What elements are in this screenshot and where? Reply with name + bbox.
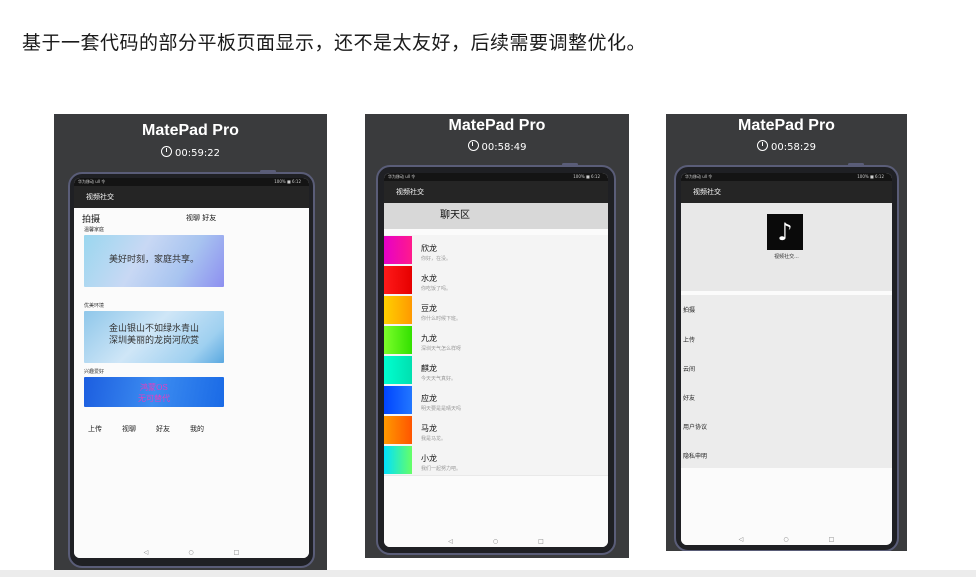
tablet-frame: 华为移动 ull 令 100% ■ 6:12 视频社交 ♪ 视频社交... 拍摄 … (674, 163, 899, 551)
caption: 基于一套代码的部分平板页面显示，还不是太友好，后续需要调整优化。 (22, 32, 647, 54)
avatar (384, 386, 412, 414)
avatar (384, 296, 412, 324)
recent-apps-icon[interactable]: □ (829, 536, 835, 543)
chat-item[interactable]: 小龙 我们一起努力吧。 (384, 445, 608, 476)
settings-menu: 拍摄 上传 云间 好友 用户协议 隐私申明 (681, 295, 892, 468)
tablet-frame: 华为移动 ull 令 100% ■ 6:12 视频社交 拍摄 视聊 好友 温馨家庭… (68, 170, 315, 568)
chat-item[interactable]: 水龙 你吃饭了吗。 (384, 265, 608, 296)
tab-mine[interactable]: 我的 (190, 424, 204, 434)
timer-icon (161, 146, 173, 157)
section-label: 温馨家庭 (84, 227, 105, 233)
device-panel-1: MatePad Pro 00:59:22 华为移动 ull 令 100% ■ 6:… (54, 114, 327, 570)
timer-icon (467, 140, 479, 151)
recent-apps-icon[interactable]: □ (538, 538, 544, 545)
banner-environment[interactable]: 金山银山不如绿水青山 深圳美丽的龙岗河欣赏 (84, 311, 224, 363)
chat-item[interactable]: 马龙 我是马龙。 (384, 415, 608, 446)
back-icon[interactable]: ◁ (144, 549, 149, 556)
session-timer: 00:59:22 (54, 146, 327, 159)
music-note-icon: ♪ (767, 214, 803, 250)
tab-upload[interactable]: 上传 (88, 424, 102, 434)
app-title-bar: 视频社交 (384, 181, 608, 203)
tablet-screen: 华为移动 ull 令 100% ■ 6:12 视频社交 拍摄 视聊 好友 温馨家庭… (74, 178, 309, 558)
status-bar: 华为移动 ull 令 100% ■ 6:12 (74, 178, 309, 186)
tablet-frame: 华为移动 ull 令 100% ■ 6:12 视频社交 聊天区 欣龙 你好，在没。… (376, 163, 616, 555)
menu-item-friends[interactable]: 好友 (683, 393, 695, 402)
home-icon[interactable]: ○ (783, 536, 788, 543)
avatar (384, 446, 412, 474)
home-icon[interactable]: ○ (188, 549, 193, 556)
banner-family[interactable]: 美好时刻，家庭共享。 (84, 235, 224, 287)
menu-item-user-agreement[interactable]: 用户协议 (683, 422, 707, 431)
session-timer: 00:58:29 (666, 140, 907, 153)
profile-header: ♪ 视频社交... (681, 203, 892, 291)
timer-icon (757, 140, 769, 151)
home-icon[interactable]: ○ (493, 538, 498, 545)
banner-hobby[interactable]: 鸿蒙OS 无可替代 (84, 377, 224, 407)
system-navbar: ◁ ○ □ (681, 533, 892, 545)
chat-item[interactable]: 应龙 明天要是是晴天吗 (384, 385, 608, 416)
chat-item[interactable]: 麒龙 今天天气真好。 (384, 355, 608, 386)
menu-item-shoot[interactable]: 拍摄 (683, 305, 695, 314)
avatar (384, 236, 412, 264)
tab-video-chat[interactable]: 视聊 (122, 424, 136, 434)
avatar (384, 266, 412, 294)
chat-item[interactable]: 九龙 深圳天气怎么样呀 (384, 325, 608, 356)
page-bottom-strip (0, 570, 976, 577)
session-timer: 00:58:49 (365, 140, 629, 153)
device-title: MatePad Pro (448, 117, 546, 134)
avatar (384, 416, 412, 444)
status-bar: 华为移动 ull 令 100% ■ 6:12 (384, 173, 608, 181)
status-bar: 华为移动 ull 令 100% ■ 6:12 (681, 173, 892, 181)
tab-shoot[interactable]: 拍摄 (82, 212, 100, 225)
device-panel-3: MatePad Pro 00:58:29 华为移动 ull 令 100% ■ 6:… (666, 114, 907, 551)
system-navbar: ◁ ○ □ (74, 546, 309, 558)
avatar (384, 326, 412, 354)
chat-item[interactable]: 欣龙 你好，在没。 (384, 235, 608, 266)
tablet-screen: 华为移动 ull 令 100% ■ 6:12 视频社交 聊天区 欣龙 你好，在没。… (384, 173, 608, 547)
recent-apps-icon[interactable]: □ (234, 549, 240, 556)
tablet-screen: 华为移动 ull 令 100% ■ 6:12 视频社交 ♪ 视频社交... 拍摄 … (681, 173, 892, 545)
menu-item-privacy[interactable]: 隐私申明 (683, 451, 707, 460)
system-navbar: ◁ ○ □ (384, 535, 608, 547)
section-label: 兴趣爱好 (84, 369, 105, 375)
app-title-bar: 视频社交 (681, 181, 892, 203)
menu-item-cloud[interactable]: 云间 (683, 364, 695, 373)
device-title: MatePad Pro (738, 117, 835, 134)
device-panel-2: MatePad Pro 00:58:49 华为移动 ull 令 100% ■ 6:… (365, 114, 629, 558)
tab-friends[interactable]: 好友 (156, 424, 170, 434)
chat-item[interactable]: 豆龙 你什么时候下班。 (384, 295, 608, 326)
menu-item-upload[interactable]: 上传 (683, 335, 695, 344)
bottom-tabbar: 上传 视聊 好友 我的 (88, 424, 204, 434)
avatar (384, 356, 412, 384)
header-links[interactable]: 视聊 好友 (186, 213, 216, 223)
app-title-bar: 视频社交 (74, 186, 309, 208)
back-icon[interactable]: ◁ (739, 536, 744, 543)
back-icon[interactable]: ◁ (448, 538, 453, 545)
chat-area-header: 聊天区 (384, 203, 608, 229)
section-label: 优美环境 (84, 303, 105, 309)
device-title: MatePad Pro (142, 122, 239, 139)
